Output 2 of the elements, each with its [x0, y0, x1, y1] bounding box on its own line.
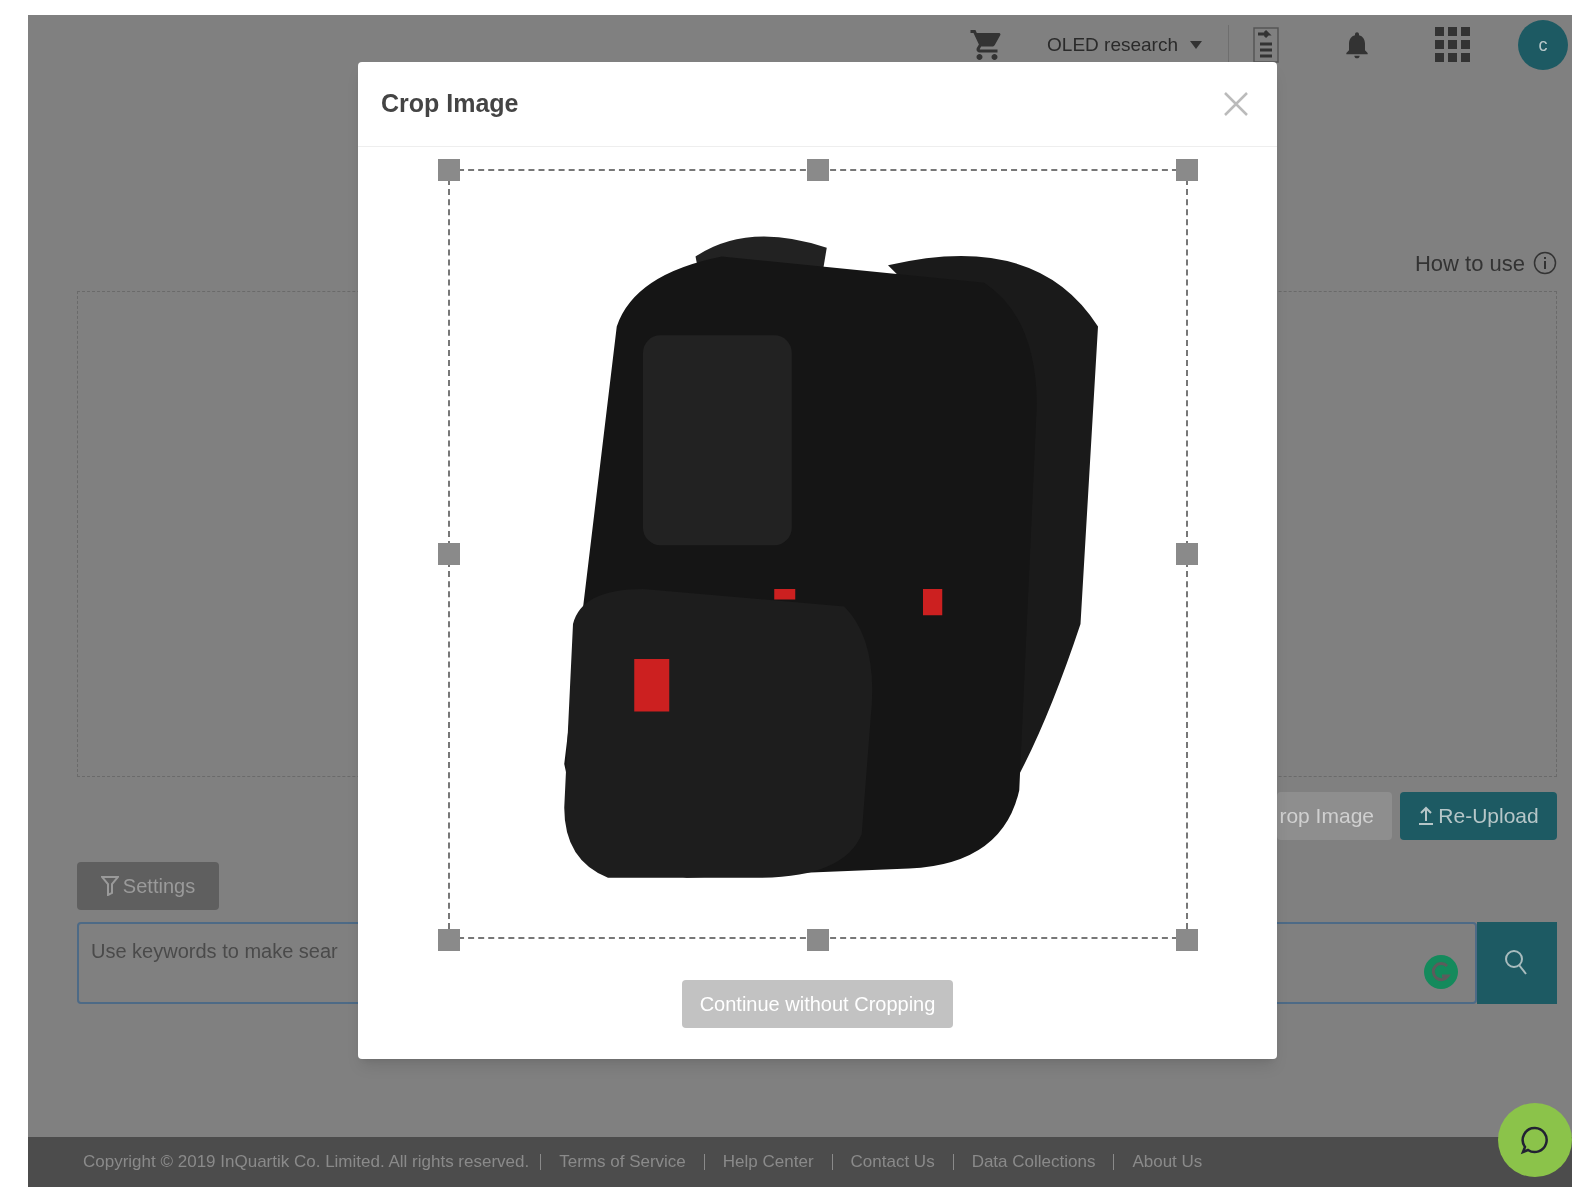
dialog-title: Crop Image [381, 88, 519, 120]
copyright-text: Copyright © 2019 InQuartik Co. Limited. All rights reserved. [83, 1151, 530, 1174]
